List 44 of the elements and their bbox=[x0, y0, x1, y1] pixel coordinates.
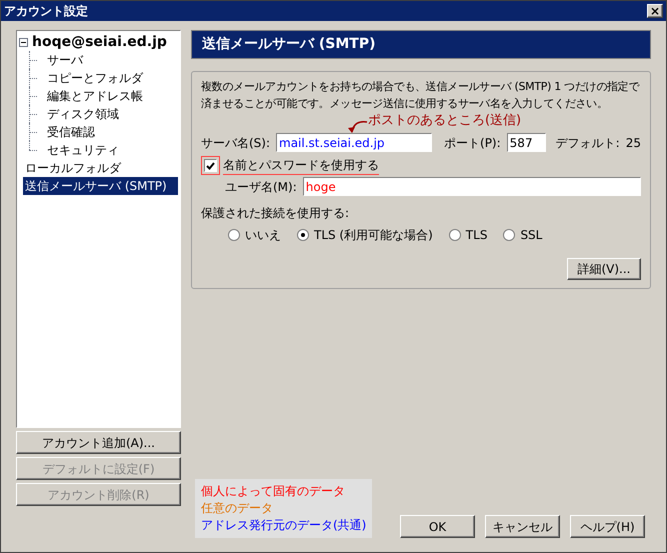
checkbox[interactable] bbox=[204, 159, 217, 172]
dialog-button[interactable]: OK bbox=[400, 515, 475, 538]
radio-button[interactable] bbox=[503, 229, 516, 241]
radio-label: TLS bbox=[466, 227, 488, 244]
radio-label: いいえ bbox=[244, 227, 281, 244]
radio-button[interactable] bbox=[448, 229, 461, 241]
annotation-text: ポストのあるところ(送信) bbox=[368, 112, 522, 130]
tree-item[interactable]: 編集とアドレス帳 bbox=[45, 87, 145, 105]
tree-item[interactable]: 送信メールサーバ (SMTP) bbox=[23, 177, 178, 195]
panel-title: 送信メールサーバ (SMTP) bbox=[202, 35, 376, 54]
legend-text: 個人によって固有のデータ bbox=[200, 483, 346, 500]
close-button[interactable]: × bbox=[647, 4, 663, 18]
legend-text: アドレス発行元のデータ(共通) bbox=[200, 517, 366, 534]
dialog-button[interactable]: キャンセル bbox=[485, 515, 560, 538]
radio-label: TLS (利用可能な場合) bbox=[314, 227, 433, 244]
account-button[interactable]: アカウント追加(A)... bbox=[16, 431, 181, 454]
username-field[interactable]: hoge bbox=[302, 177, 641, 196]
radio-button[interactable] bbox=[228, 229, 240, 241]
tree-item[interactable]: コピーとフォルダ bbox=[45, 69, 145, 87]
username-label: ユーザ名(M): bbox=[224, 178, 297, 196]
tree-item[interactable]: セキュリティ bbox=[45, 141, 121, 159]
secure-connection-label: 保護された接続を使用する: bbox=[200, 205, 350, 222]
checkbox-label: 名前とパスワードを使用する bbox=[222, 156, 379, 175]
dialog-button[interactable]: ヘルプ(H) bbox=[570, 515, 645, 538]
window-title: アカウント設定 bbox=[4, 3, 88, 20]
server-field[interactable]: mail.st.seiai.ed.jp bbox=[276, 133, 432, 152]
default-port-value: 25 bbox=[626, 134, 641, 152]
collapse-icon[interactable] bbox=[19, 38, 28, 46]
port-label: ポート(P): bbox=[444, 134, 501, 152]
description-text: 複数のメールアカウントをお持ちの場合でも、送信メールサーバ (SMTP) 1 つだけの指定で済ませることが可能です。メッセージ送信に使用するサーバ名を入力してください。 bbox=[200, 79, 641, 112]
legend-text: 任意のデータ bbox=[200, 500, 274, 517]
advanced-button[interactable]: 詳細(V)... bbox=[567, 258, 641, 280]
radio-button[interactable] bbox=[296, 229, 309, 241]
tree-item[interactable]: サーバ bbox=[45, 51, 85, 69]
server-label: サーバ名(S): bbox=[200, 134, 270, 152]
tree-item[interactable]: hoqe@seiai.ed.jp bbox=[30, 32, 169, 52]
annotation-arrow-icon bbox=[346, 118, 368, 134]
radio-label: SSL bbox=[520, 227, 542, 244]
check-icon bbox=[206, 162, 215, 170]
tree-item[interactable]: 受信確認 bbox=[45, 123, 97, 141]
tree-item[interactable]: ディスク領域 bbox=[45, 105, 121, 123]
tree-item[interactable]: ローカルフォルダ bbox=[23, 159, 123, 177]
port-field[interactable]: 587 bbox=[506, 133, 546, 152]
default-port-label: デフォルト: bbox=[556, 134, 620, 152]
